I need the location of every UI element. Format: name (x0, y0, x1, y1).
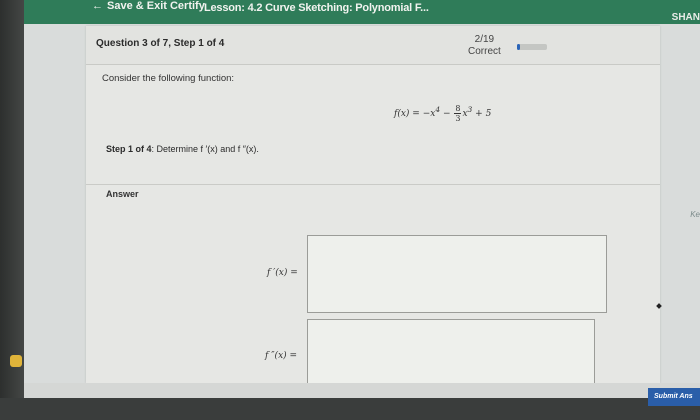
question-number: Question 3 of 7, Step 1 of 4 (96, 38, 225, 49)
keypad-link[interactable]: Ke (690, 210, 700, 219)
save-exit-link[interactable]: ← Save & Exit Certify (92, 0, 205, 12)
lesson-title: Lesson: 4.2 Curve Sketching: Polynomial … (204, 2, 429, 14)
fraction-numerator: 8 (454, 104, 462, 114)
question-card: Question 3 of 7, Step 1 of 4 2/19 Correc… (86, 26, 660, 384)
fdoubleprime-label: f ″(x) = (265, 351, 298, 361)
question-prompt: Consider the following function: (102, 73, 235, 84)
back-arrow-icon: ← (92, 0, 103, 12)
fprime-input[interactable] (307, 235, 607, 313)
formula-tail: + 5 (472, 109, 492, 119)
fprime-label: f ′(x) = (267, 268, 298, 278)
progress-fill (517, 44, 521, 50)
app-icon-yellow[interactable] (10, 355, 22, 367)
browser-page: ← Save & Exit Certify Lesson: 4.2 Curve S… (24, 0, 700, 398)
user-name[interactable]: SHAN (672, 12, 700, 23)
formula-lhs: f(x) = −x (394, 109, 436, 119)
formula-fraction: 83 (454, 104, 462, 123)
top-navigation-bar: ← Save & Exit Certify Lesson: 4.2 Curve S… (24, 0, 700, 24)
desk-bottom-edge (0, 398, 700, 420)
fdoubleprime-input[interactable] (307, 319, 595, 384)
answer-divider (86, 184, 660, 185)
score-display: 2/19 Correct (468, 34, 501, 58)
function-formula: f(x) = −x4 − 8 3 x3 + 5 (394, 104, 491, 123)
question-header: Question 3 of 7, Step 1 of 4 2/19 Correc… (86, 26, 660, 65)
submit-answer-button[interactable]: Submit Ans (648, 388, 700, 406)
step-text: : Determine f ′(x) and f ″(x). (151, 144, 259, 154)
step-instruction: Step 1 of 4: Determine f ′(x) and f ″(x)… (106, 144, 259, 154)
step-label: Step 1 of 4 (106, 144, 152, 154)
footer-bar (24, 383, 700, 398)
fraction-denominator: 3 (455, 114, 461, 123)
score-value: 2/19 (474, 34, 495, 45)
save-exit-label: Save & Exit Certify (107, 0, 205, 12)
answer-label: Answer (106, 189, 139, 199)
formula-minus: − (440, 109, 454, 119)
score-status: Correct (468, 46, 501, 57)
progress-bar (517, 44, 547, 50)
